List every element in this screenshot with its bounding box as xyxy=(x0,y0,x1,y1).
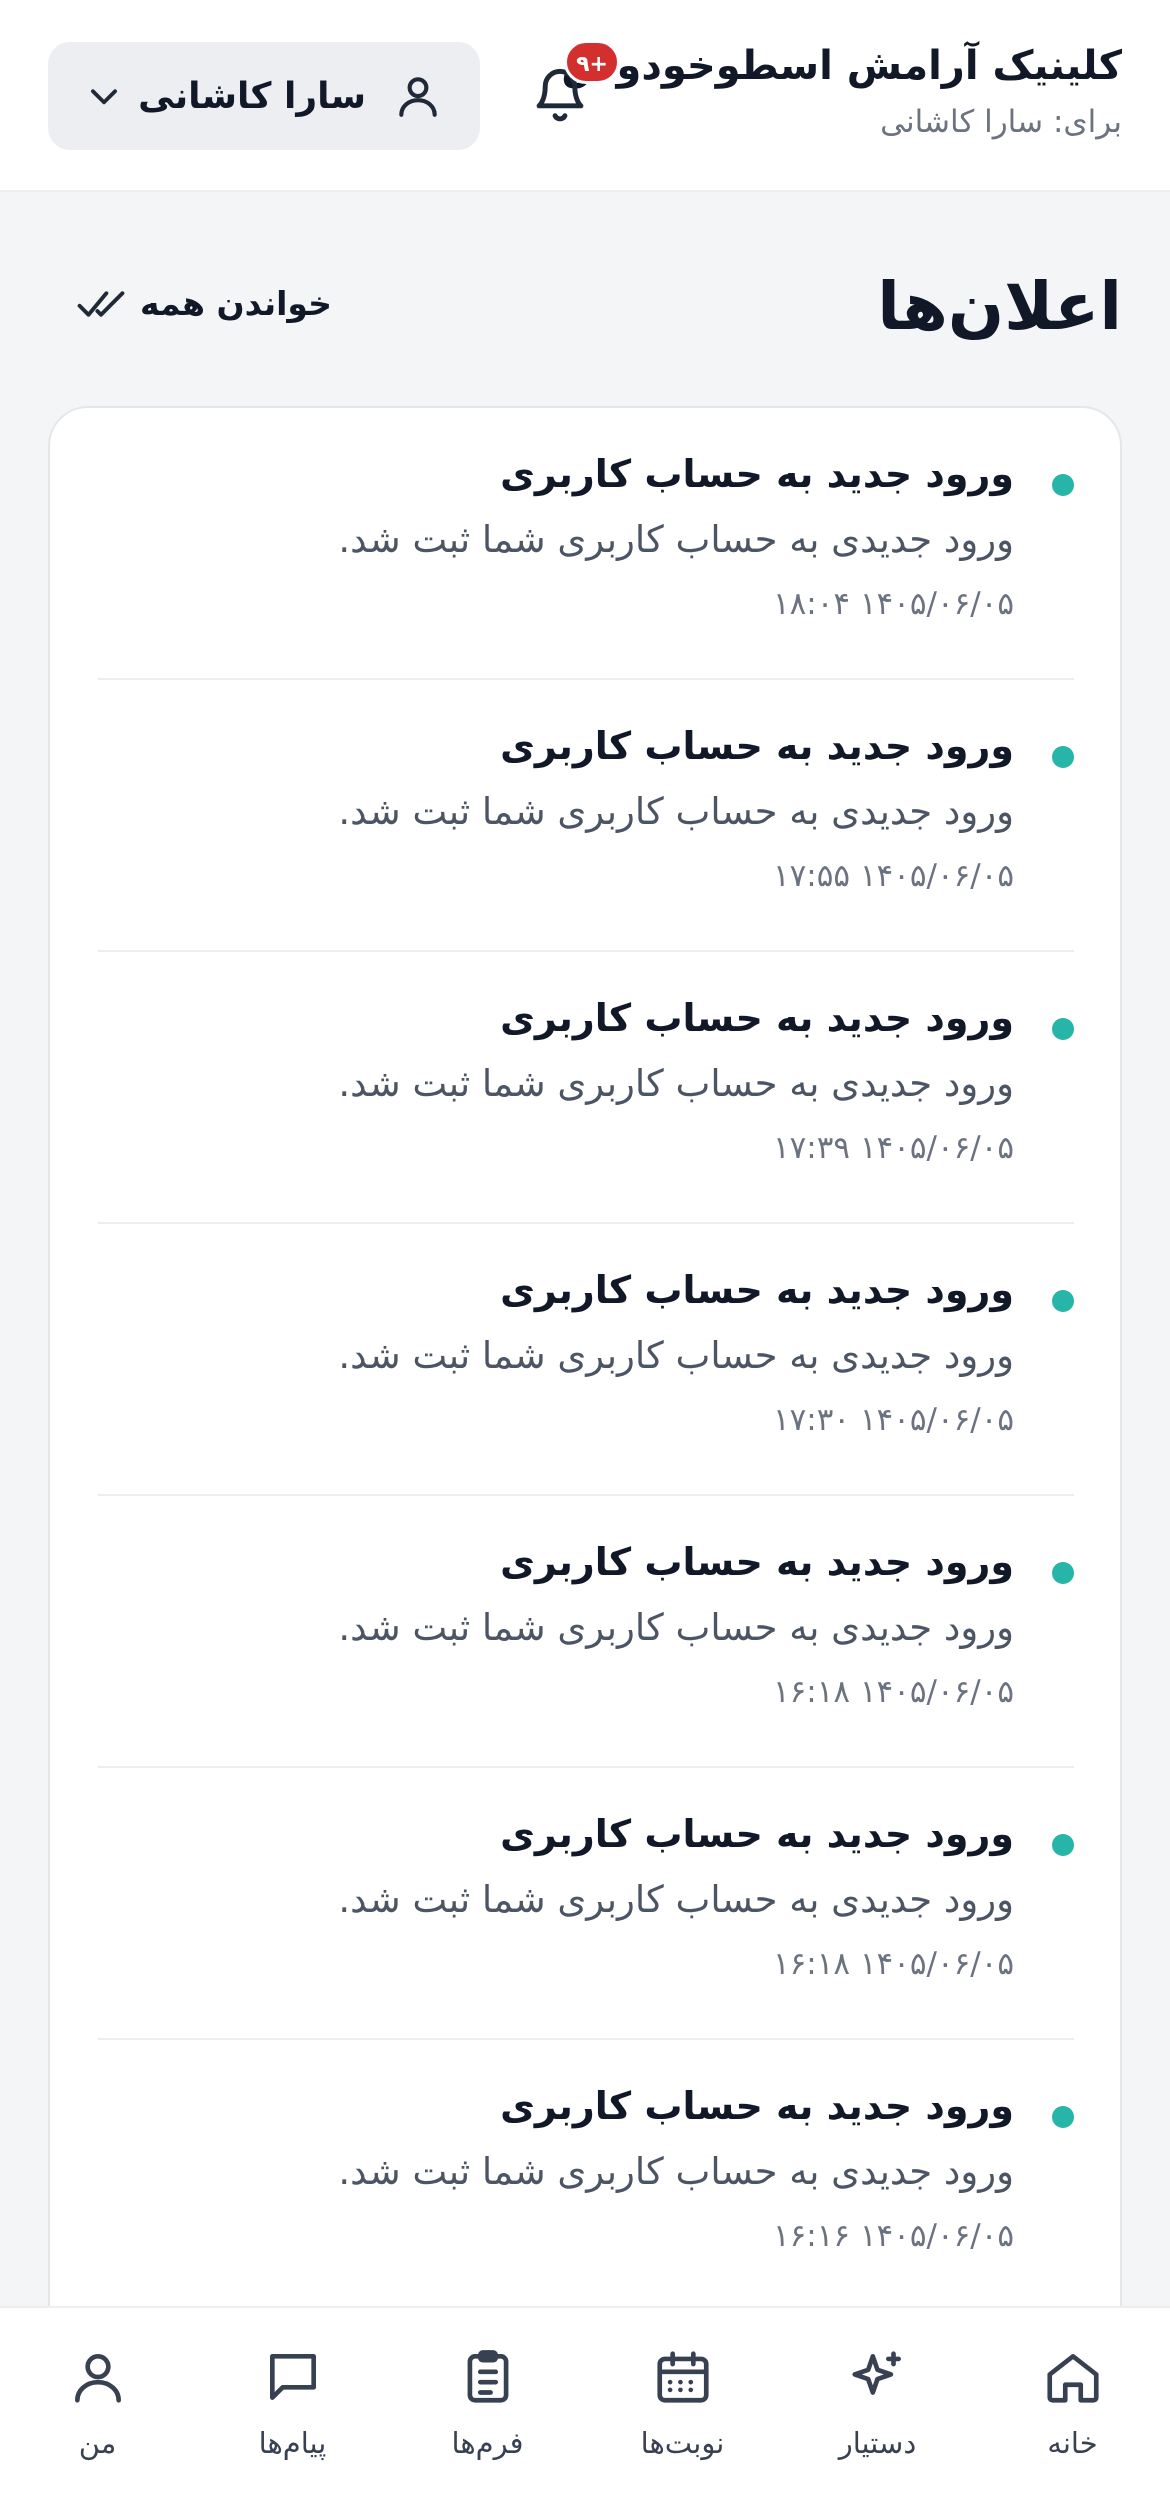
notification-title: ورود جدید به حساب کاربری xyxy=(500,1540,1014,1584)
notification-time: ۱۴۰۵/۰۶/۰۵ ۱۶:۱۸ xyxy=(773,1946,1014,1982)
nav-appointments-label: نوبت‌ها xyxy=(640,2426,725,2460)
notification-time: ۱۴۰۵/۰۶/۰۵ ۱۷:۳۹ xyxy=(773,1130,1014,1166)
mark-all-read-label: خواندن همه xyxy=(140,284,332,323)
nav-assistant-label: دستیار xyxy=(838,2426,917,2460)
notification-item[interactable]: ورود جدید به حساب کاربری ورود جدیدی به ح… xyxy=(98,680,1074,952)
for-user-label: برای: سارا کاشانی xyxy=(880,104,1122,140)
unread-dot xyxy=(1052,746,1074,768)
notification-title: ورود جدید به حساب کاربری xyxy=(500,724,1014,768)
notifications-list: ورود جدید به حساب کاربری ورود جدیدی به ح… xyxy=(48,406,1122,2496)
user-switcher-name: سارا کاشانی xyxy=(138,75,366,117)
notification-body: ورود جدیدی به حساب کاربری شما ثبت شد. xyxy=(338,518,1014,561)
unread-dot xyxy=(1052,1562,1074,1584)
nav-home[interactable]: خانه xyxy=(975,2308,1170,2496)
person-icon xyxy=(63,2342,133,2412)
double-check-icon xyxy=(77,290,125,317)
notification-title: ورود جدید به حساب کاربری xyxy=(500,996,1014,1040)
nav-me-label: من xyxy=(78,2426,117,2460)
notification-body: ورود جدیدی به حساب کاربری شما ثبت شد. xyxy=(338,1062,1014,1105)
message-icon xyxy=(258,2342,328,2412)
notification-body: ورود جدیدی به حساب کاربری شما ثبت شد. xyxy=(338,2150,1014,2193)
notifications-bell-button[interactable]: ۹+ xyxy=(520,40,620,138)
notification-item[interactable]: ورود جدید به حساب کاربری ورود جدیدی به ح… xyxy=(98,408,1074,680)
notification-body: ورود جدیدی به حساب کاربری شما ثبت شد. xyxy=(338,1606,1014,1649)
notification-body: ورود جدیدی به حساب کاربری شما ثبت شد. xyxy=(338,1878,1014,1921)
notification-item[interactable]: ورود جدید به حساب کاربری ورود جدیدی به ح… xyxy=(98,952,1074,1224)
notification-title: ورود جدید به حساب کاربری xyxy=(500,452,1014,496)
nav-messages-label: پیام‌ها xyxy=(258,2426,327,2460)
unread-dot xyxy=(1052,1290,1074,1312)
notification-time: ۱۴۰۵/۰۶/۰۵ ۱۸:۰۴ xyxy=(773,586,1014,622)
nav-me[interactable]: من xyxy=(0,2308,195,2496)
nav-forms[interactable]: فرم‌ها xyxy=(390,2308,585,2496)
clinic-block: کلینیک آرامش اسطوخودوس برای: سارا کاشانی xyxy=(561,38,1122,146)
clinic-name: کلینیک آرامش اسطوخودوس xyxy=(561,43,1122,89)
calendar-icon xyxy=(648,2342,718,2412)
unread-dot xyxy=(1052,1834,1074,1856)
nav-assistant[interactable]: دستیار xyxy=(780,2308,975,2496)
notification-time: ۱۴۰۵/۰۶/۰۵ ۱۶:۱۶ xyxy=(773,2218,1014,2254)
chevron-down-icon xyxy=(84,76,124,116)
page-title: اعلان‌ها xyxy=(877,268,1122,345)
nav-home-label: خانه xyxy=(1047,2426,1098,2460)
sparkle-icon xyxy=(843,2342,913,2412)
notification-title: ورود جدید به حساب کاربری xyxy=(500,2084,1014,2128)
notification-count-badge: ۹+ xyxy=(564,40,620,84)
unread-dot xyxy=(1052,2106,1074,2128)
user-icon xyxy=(392,70,444,122)
notification-item[interactable]: ورود جدید به حساب کاربری ورود جدیدی به ح… xyxy=(98,1496,1074,1768)
notification-title: ورود جدید به حساب کاربری xyxy=(500,1268,1014,1312)
notification-time: ۱۴۰۵/۰۶/۰۵ ۱۶:۱۸ xyxy=(773,1674,1014,1710)
nav-messages[interactable]: پیام‌ها xyxy=(195,2308,390,2496)
home-icon xyxy=(1038,2342,1108,2412)
app-header: کلینیک آرامش اسطوخودوس برای: سارا کاشانی… xyxy=(0,0,1170,192)
notifications-page: کلینیک آرامش اسطوخودوس برای: سارا کاشانی… xyxy=(0,0,1170,2496)
unread-dot xyxy=(1052,1018,1074,1040)
notification-item[interactable]: ورود جدید به حساب کاربری ورود جدیدی به ح… xyxy=(98,1768,1074,2040)
notification-item[interactable]: ورود جدید به حساب کاربری ورود جدیدی به ح… xyxy=(98,2040,1074,2312)
notification-body: ورود جدیدی به حساب کاربری شما ثبت شد. xyxy=(338,1334,1014,1377)
mark-all-read-button[interactable]: خواندن همه xyxy=(76,284,332,323)
bottom-navigation: خانه دستیار نوبت‌ها فرم‌ها پیام‌ها xyxy=(0,2306,1170,2496)
notification-time: ۱۴۰۵/۰۶/۰۵ ۱۷:۳۰ xyxy=(773,1402,1014,1438)
user-switcher-dropdown[interactable]: سارا کاشانی xyxy=(48,42,480,150)
title-row: اعلان‌ها خواندن همه xyxy=(48,262,1122,352)
notification-item[interactable]: ورود جدید به حساب کاربری ورود جدیدی به ح… xyxy=(98,1224,1074,1496)
clipboard-icon xyxy=(453,2342,523,2412)
nav-appointments[interactable]: نوبت‌ها xyxy=(585,2308,780,2496)
notification-body: ورود جدیدی به حساب کاربری شما ثبت شد. xyxy=(338,790,1014,833)
nav-forms-label: فرم‌ها xyxy=(451,2426,524,2460)
unread-dot xyxy=(1052,474,1074,496)
notification-time: ۱۴۰۵/۰۶/۰۵ ۱۷:۵۵ xyxy=(773,858,1014,894)
notification-title: ورود جدید به حساب کاربری xyxy=(500,1812,1014,1856)
